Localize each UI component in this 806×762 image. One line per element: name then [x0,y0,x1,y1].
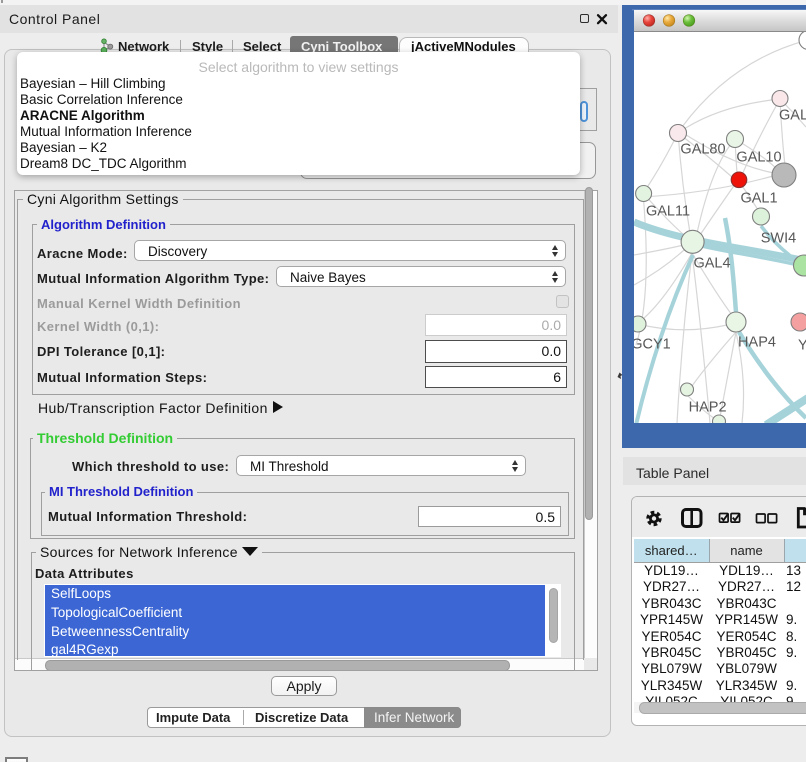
svg-text:SWI4: SWI4 [761,231,796,247]
svg-text:HAP4: HAP4 [738,335,776,351]
svg-text:GAL4: GAL4 [693,256,730,272]
svg-text:GCY1: GCY1 [631,337,671,353]
svg-text:Y: Y [798,338,806,354]
svg-text:GAL80: GAL80 [680,142,725,158]
svg-text:GAL10: GAL10 [736,150,781,166]
svg-text:GAL: GAL [779,108,806,124]
svg-text:GAL1: GAL1 [740,191,777,207]
svg-text:GAL11: GAL11 [646,204,690,220]
svg-text:HAP2: HAP2 [689,400,727,416]
